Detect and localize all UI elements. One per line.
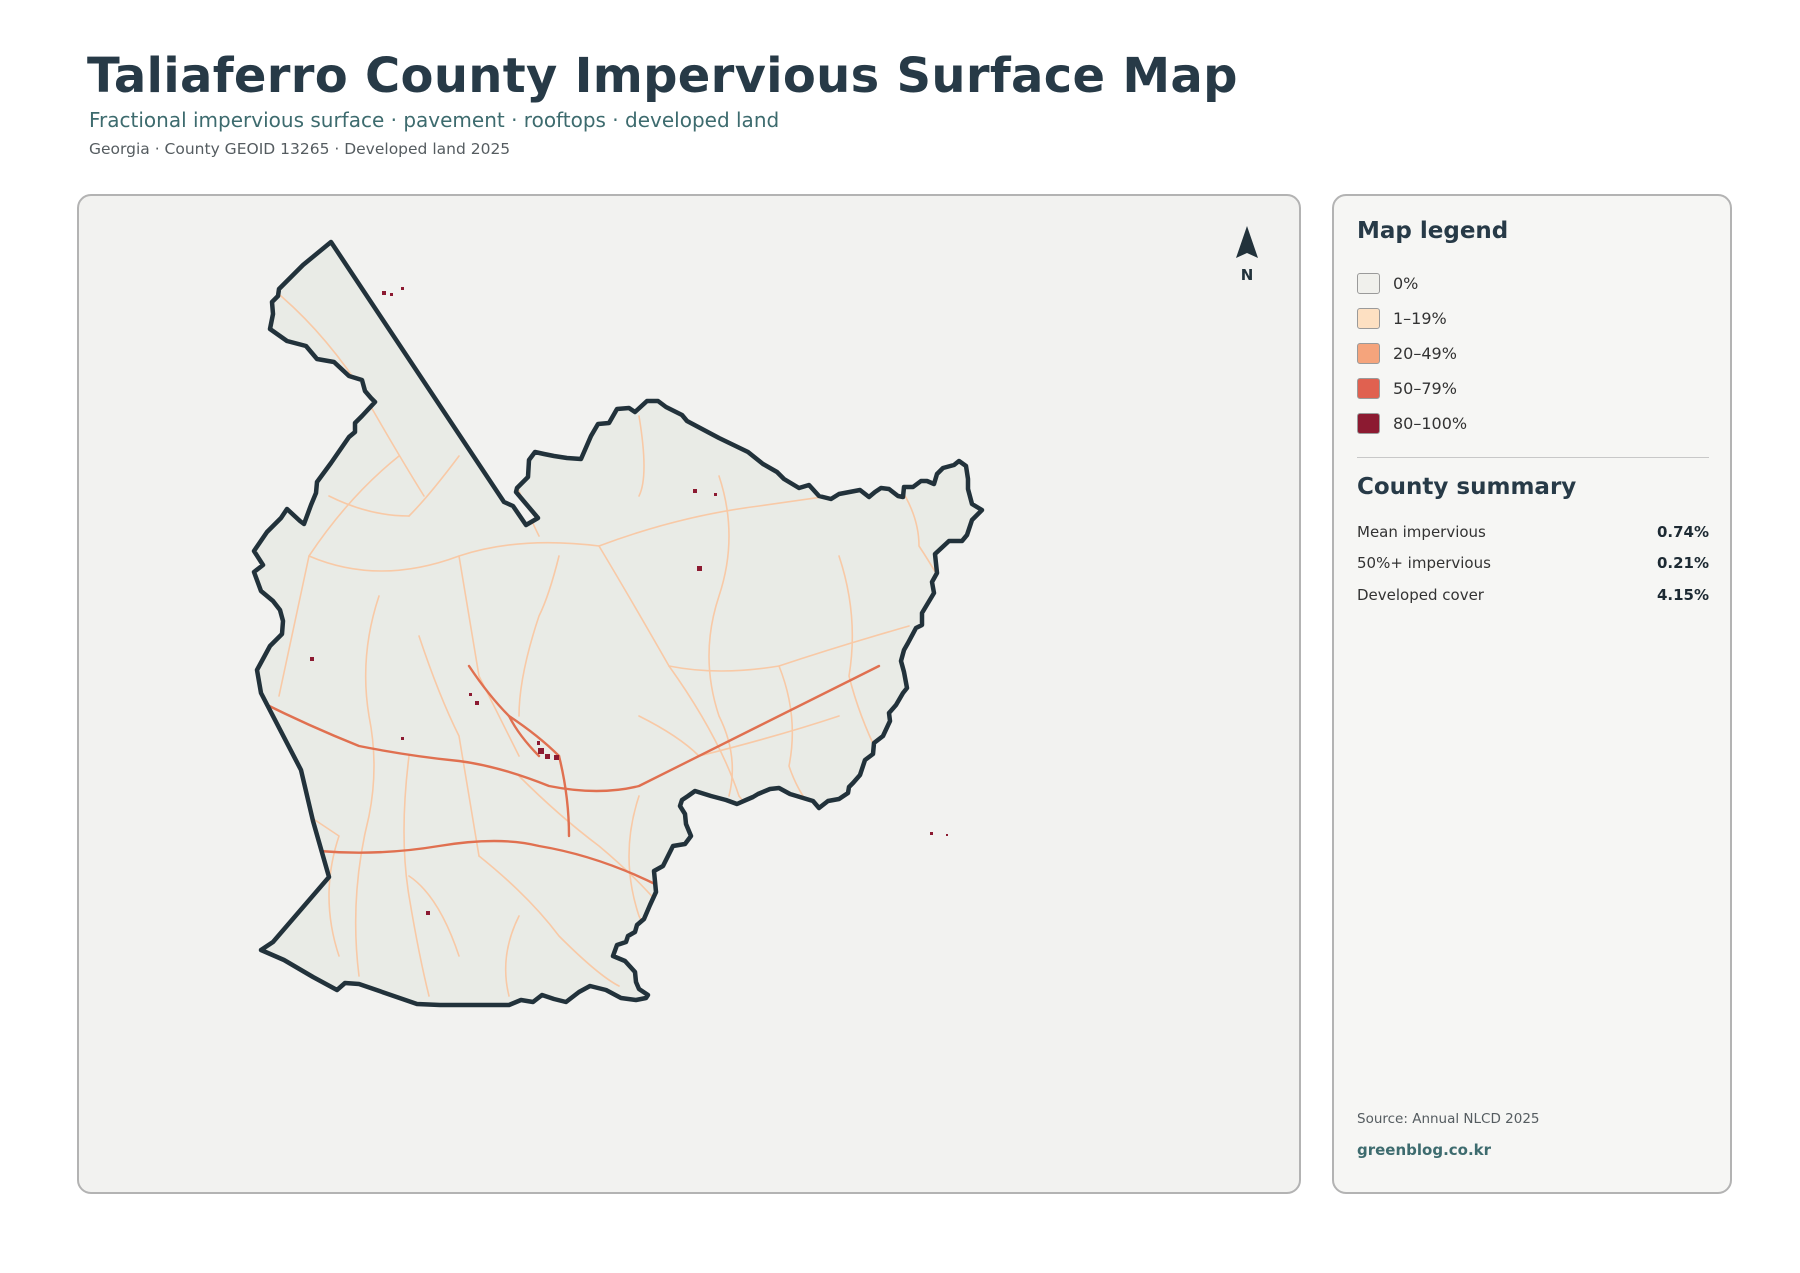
legend-label: 1–19%	[1393, 309, 1447, 328]
legend-swatch	[1357, 343, 1380, 364]
map-panel[interactable]: N	[77, 194, 1301, 1194]
legend-title: Map legend	[1357, 218, 1509, 244]
legend-item: 50–79%	[1357, 371, 1467, 406]
summary-value: 4.15%	[1656, 585, 1709, 604]
summary-list: Mean impervious 0.74% 50%+ impervious 0.…	[1357, 516, 1709, 611]
summary-label: Developed cover	[1357, 585, 1484, 604]
legend-item: 1–19%	[1357, 301, 1467, 336]
legend-divider	[1357, 457, 1709, 458]
summary-value: 0.21%	[1656, 554, 1709, 573]
page-meta: Georgia · County GEOID 13265 · Developed…	[89, 140, 511, 158]
summary-row: Developed cover 4.15%	[1357, 579, 1709, 611]
site-link[interactable]: greenblog.co.kr	[1357, 1141, 1491, 1159]
summary-label: Mean impervious	[1357, 522, 1486, 541]
summary-label: 50%+ impervious	[1357, 554, 1491, 573]
page: Taliaferro County Impervious Surface Map…	[0, 0, 1800, 1273]
legend-swatch	[1357, 273, 1380, 294]
summary-row: Mean impervious 0.74%	[1357, 516, 1709, 548]
legend-label: 50–79%	[1393, 379, 1457, 398]
source-note: Source: Annual NLCD 2025	[1357, 1111, 1540, 1127]
legend-item: 0%	[1357, 266, 1467, 301]
legend-panel: Map legend 0% 1–19% 20–49% 50–79% 80–100…	[1332, 194, 1732, 1194]
map-canvas[interactable]: N	[79, 196, 1301, 1194]
legend-label: 0%	[1393, 274, 1419, 293]
legend-item: 80–100%	[1357, 406, 1467, 441]
page-subtitle: Fractional impervious surface · pavement…	[89, 108, 780, 132]
county-area[interactable]	[254, 242, 982, 1005]
legend-swatch	[1357, 378, 1380, 399]
summary-title: County summary	[1357, 474, 1577, 500]
legend-item: 20–49%	[1357, 336, 1467, 371]
legend-swatch	[1357, 413, 1380, 434]
summary-value: 0.74%	[1656, 522, 1709, 541]
legend-swatch	[1357, 308, 1380, 329]
north-arrow: N	[1236, 226, 1258, 284]
summary-row: 50%+ impervious 0.21%	[1357, 548, 1709, 580]
legend-label: 20–49%	[1393, 344, 1457, 363]
legend-list: 0% 1–19% 20–49% 50–79% 80–100%	[1357, 266, 1467, 441]
legend-label: 80–100%	[1393, 414, 1468, 433]
page-title: Taliaferro County Impervious Surface Map	[87, 48, 1238, 104]
north-label: N	[1241, 266, 1254, 284]
